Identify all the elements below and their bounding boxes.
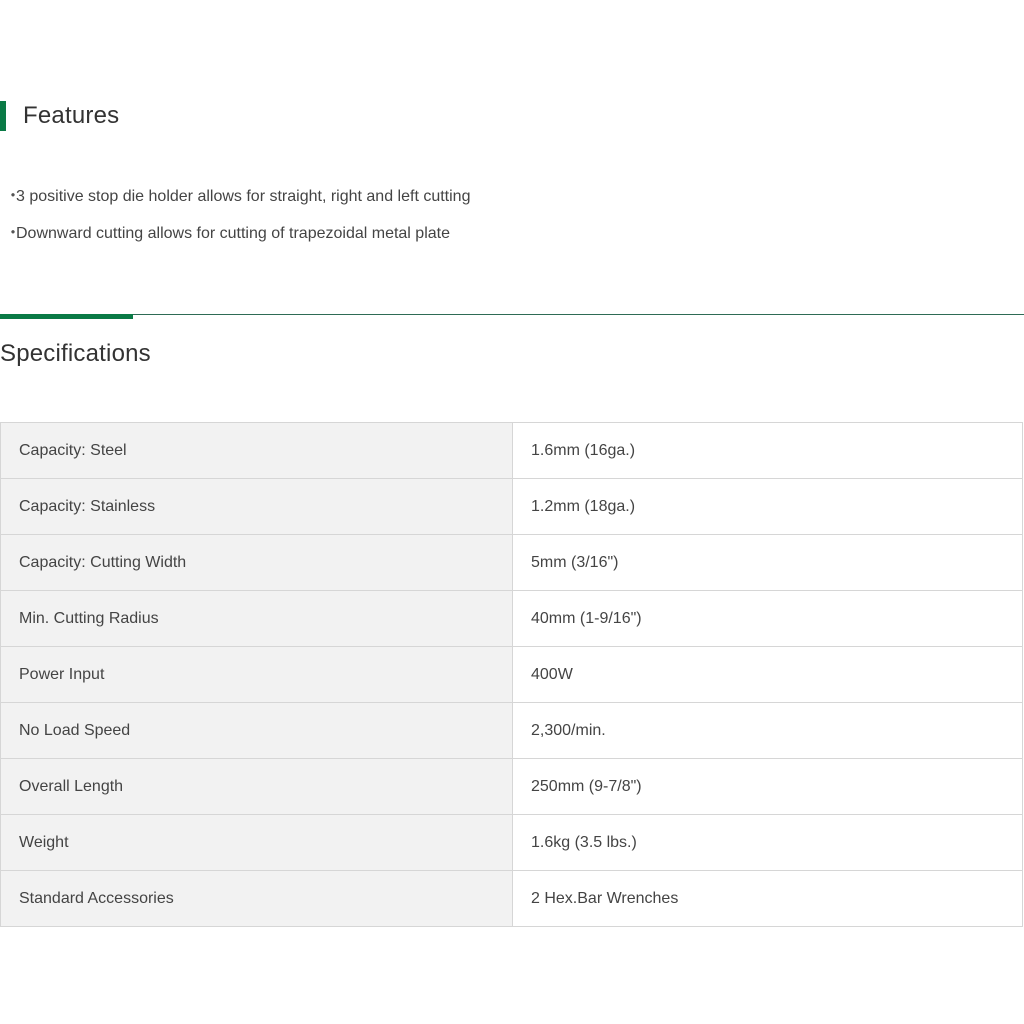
bullet-dot-icon: ・: [5, 188, 22, 205]
spec-value: 1.6kg (3.5 lbs.): [512, 814, 1023, 871]
table-row: Capacity: Steel 1.6mm (16ga.): [0, 422, 1023, 479]
specifications-table: Capacity: Steel 1.6mm (16ga.) Capacity: …: [0, 422, 1023, 927]
features-title: Features: [23, 102, 120, 129]
spec-value: 2,300/min.: [512, 702, 1023, 759]
spec-label: Capacity: Stainless: [0, 478, 513, 535]
table-row: No Load Speed 2,300/min.: [0, 702, 1023, 759]
spec-label: Capacity: Cutting Width: [0, 534, 513, 591]
specifications-title: Specifications: [0, 340, 151, 367]
features-accent-bar: [0, 101, 6, 131]
spec-value: 400W: [512, 646, 1023, 703]
table-row: Weight 1.6kg (3.5 lbs.): [0, 814, 1023, 871]
spec-label: Standard Accessories: [0, 870, 513, 927]
table-row: Capacity: Stainless 1.2mm (18ga.): [0, 478, 1023, 535]
features-header: Features: [0, 101, 119, 131]
spec-label: Overall Length: [0, 758, 513, 815]
spec-value: 250mm (9-7/8"): [512, 758, 1023, 815]
section-divider-accent: [0, 314, 133, 319]
feature-text: 3 positive stop die holder allows for st…: [16, 188, 471, 205]
spec-value: 2 Hex.Bar Wrenches: [512, 870, 1023, 927]
feature-item: ・ Downward cutting allows for cutting of…: [5, 223, 470, 260]
feature-text: Downward cutting allows for cutting of t…: [16, 225, 450, 242]
table-row: Standard Accessories 2 Hex.Bar Wrenches: [0, 870, 1023, 927]
spec-label: Min. Cutting Radius: [0, 590, 513, 647]
spec-label: Weight: [0, 814, 513, 871]
bullet-dot-icon: ・: [5, 225, 22, 242]
table-row: Overall Length 250mm (9-7/8"): [0, 758, 1023, 815]
section-divider: [0, 314, 1024, 315]
table-row: Power Input 400W: [0, 646, 1023, 703]
table-row: Capacity: Cutting Width 5mm (3/16"): [0, 534, 1023, 591]
spec-value: 40mm (1-9/16"): [512, 590, 1023, 647]
spec-label: No Load Speed: [0, 702, 513, 759]
spec-label: Power Input: [0, 646, 513, 703]
product-detail-page: Features ・ 3 positive stop die holder al…: [0, 0, 1024, 1024]
feature-list: ・ 3 positive stop die holder allows for …: [5, 186, 470, 260]
spec-label: Capacity: Steel: [0, 422, 513, 479]
spec-value: 1.6mm (16ga.): [512, 422, 1023, 479]
spec-value: 1.2mm (18ga.): [512, 478, 1023, 535]
spec-value: 5mm (3/16"): [512, 534, 1023, 591]
feature-item: ・ 3 positive stop die holder allows for …: [5, 186, 470, 223]
table-row: Min. Cutting Radius 40mm (1-9/16"): [0, 590, 1023, 647]
